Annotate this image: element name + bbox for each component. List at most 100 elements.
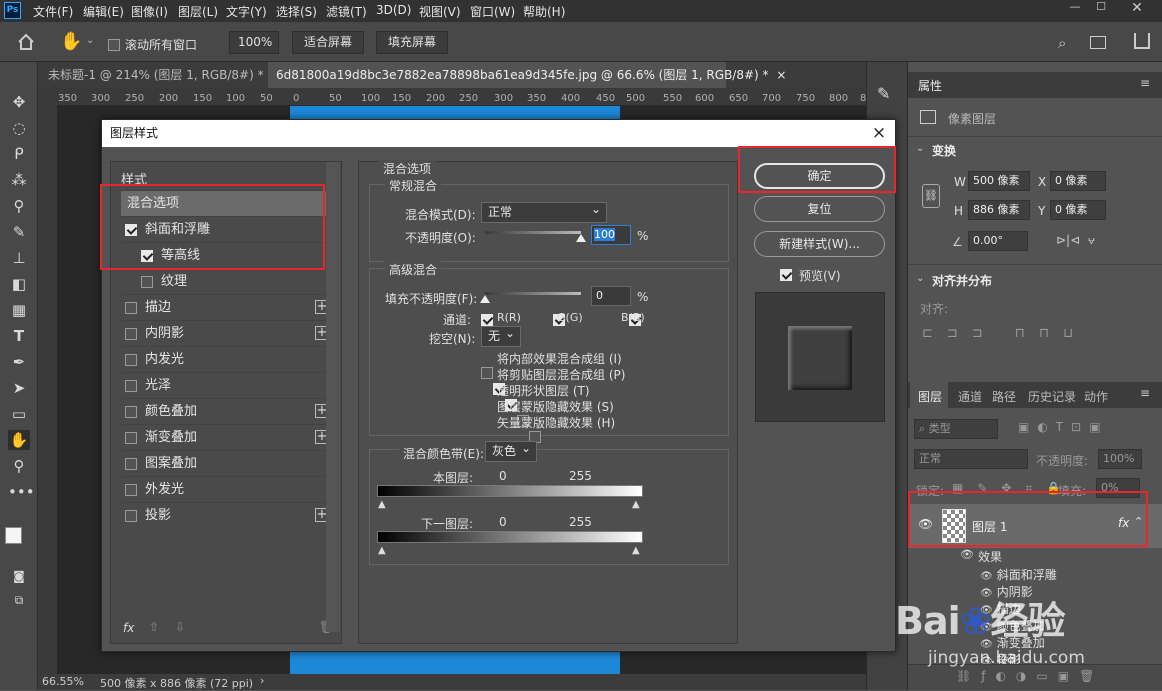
this-layer-gradient[interactable] [377,485,643,497]
screen-mode-icon[interactable]: ⧉ [8,590,30,610]
new-style-button[interactable]: 新建样式(W)... [754,231,885,257]
minimize-icon[interactable]: — [1062,0,1088,14]
tab-history[interactable]: 历史记录 [1028,388,1076,405]
style-checkbox[interactable] [125,458,137,470]
style-checkbox[interactable] [125,406,137,418]
channel-checkbox[interactable] [481,313,493,326]
knockout-select[interactable]: 无 [481,324,521,347]
tab-layers[interactable]: 图层 [918,388,942,405]
x-field[interactable]: 0 像素 [1050,171,1106,191]
menu-3d[interactable]: 3D(D) [376,3,411,17]
type-tool-icon[interactable]: T [8,326,30,346]
style-row[interactable]: 投影 + [121,502,333,528]
status-zoom[interactable]: 66.55% [42,675,84,688]
foreground-color-swatch[interactable] [5,527,22,544]
style-checkbox[interactable] [125,432,137,444]
tab-actions[interactable]: 动作 [1084,388,1108,405]
y-field[interactable]: 0 像素 [1050,200,1106,220]
menu-help[interactable]: 帮助(H) [523,3,565,20]
path-select-tool-icon[interactable]: ➤ [8,378,30,398]
style-checkbox[interactable] [125,510,137,522]
collapse-align-icon[interactable]: ⌄ [916,273,924,284]
reset-button[interactable]: 复位 [754,196,885,222]
style-checkbox[interactable] [125,354,137,366]
hand-tool-active-icon[interactable]: ✋ [8,430,30,450]
flip-vertical-icon[interactable]: ⩝ [1088,233,1095,248]
style-checkbox[interactable] [141,276,153,288]
layer-opacity-field[interactable]: 100% [1098,449,1142,469]
brush-settings-icon[interactable]: ✎ [877,84,890,103]
move-tool-icon[interactable]: ✥ [8,92,30,112]
slider-left-icon[interactable]: ▲ [378,545,386,556]
chevron-down-icon[interactable]: ⌄ [86,35,94,46]
style-row[interactable]: 描边 + [121,294,333,320]
shape-tool-icon[interactable]: ▭ [8,404,30,424]
menu-layer[interactable]: 图层(L) [178,3,218,20]
maximize-icon[interactable]: ☐ [1088,0,1114,14]
opacity-field[interactable]: 100 [591,225,631,245]
pen-tool-icon[interactable]: ✒ [8,352,30,372]
eye-icon[interactable]: 👁 [960,548,974,561]
move-down-icon[interactable]: ⇩ [175,620,185,634]
blend-if-select[interactable]: 灰色 [485,439,537,462]
eraser-tool-icon[interactable]: ◧ [8,274,30,294]
align-buttons[interactable]: ⊏⊐⊐ ⊓⊓⊔ [922,326,1087,341]
menu-file[interactable]: 文件(F) [33,3,73,20]
style-row[interactable]: 内发光 [121,346,333,372]
menu-image[interactable]: 图像(I) [131,3,168,20]
style-checkbox[interactable] [125,328,137,340]
layer-filter-select[interactable]: ⌕ 类型 [914,419,998,439]
move-up-icon[interactable]: ⇧ [149,620,159,634]
marquee-tool-icon[interactable]: ◌ [8,118,30,138]
tab-paths[interactable]: 路径 [992,388,1016,405]
style-row[interactable]: 渐变叠加 + [121,424,333,450]
fx-menu-icon[interactable]: fx [123,621,134,635]
style-checkbox[interactable] [125,380,137,392]
style-row[interactable]: 光泽 [121,372,333,398]
opacity-slider-thumb[interactable] [576,234,586,242]
angle-field[interactable]: 0.00° [968,231,1028,251]
hand-tool-icon[interactable]: ✋ [60,31,82,52]
fill-screen-button[interactable]: 填充屏幕 [376,31,448,54]
brush-tool-icon[interactable]: ✎ [8,222,30,242]
style-row[interactable]: 颜色叠加 + [121,398,333,424]
stamp-tool-icon[interactable]: ⊥ [8,248,30,268]
properties-tab[interactable]: 属性 [918,77,942,94]
eye-icon[interactable]: 👁 [980,571,993,582]
search-icon[interactable]: ⌕ [1058,34,1066,52]
styles-scrollbar[interactable] [326,162,340,632]
opacity-slider-track[interactable] [485,231,581,234]
fill-opacity-slider-thumb[interactable] [480,295,490,303]
menu-type[interactable]: 文字(Y) [226,3,267,20]
quick-mask-icon[interactable]: ◙ [8,566,30,586]
zoom-percent-field[interactable]: 100% [229,31,279,54]
flip-horizontal-icon[interactable]: ⊳|⊲ [1056,233,1080,247]
slider-right-icon[interactable]: ▲ [632,499,640,510]
slider-left-icon[interactable]: ▲ [378,499,386,510]
width-field[interactable]: 500 像素 [968,171,1030,191]
collapse-transform-icon[interactable]: ⌄ [916,143,924,154]
close-window-icon[interactable]: ✕ [1124,0,1150,16]
layer-blend-select[interactable]: 正常 [914,449,1028,469]
underlying-gradient[interactable] [377,531,643,543]
advanced-option-checkbox[interactable] [481,366,493,379]
zoom-tool-icon[interactable]: ⚲ [8,456,30,476]
gradient-tool-icon[interactable]: ▦ [8,300,30,320]
height-field[interactable]: 886 像素 [968,200,1030,220]
style-row[interactable]: 图案叠加 [121,450,333,476]
menu-filter[interactable]: 滤镜(T) [326,3,367,20]
style-row[interactable]: 纹理 [121,268,333,294]
menu-select[interactable]: 选择(S) [276,3,317,20]
close-icon[interactable]: × [869,122,889,144]
menu-edit[interactable]: 编辑(E) [83,3,124,20]
fill-opacity-field[interactable]: 0 [591,286,631,306]
scroll-all-checkbox[interactable] [108,37,120,51]
slider-right-icon[interactable]: ▲ [632,545,640,556]
panel-menu-icon[interactable]: ≡ [1140,76,1150,90]
share-icon[interactable] [1134,33,1150,49]
blend-mode-select[interactable]: 正常 [481,200,607,223]
status-chevron-icon[interactable]: › [260,674,264,687]
home-icon[interactable] [16,32,36,52]
doc-tab-1[interactable]: 未标题-1 @ 214% (图层 1, RGB/8#) * × [40,62,281,88]
layer-bottom-icons[interactable]: ⛓ƒ◐◑▭▣🗑 [956,669,1104,683]
